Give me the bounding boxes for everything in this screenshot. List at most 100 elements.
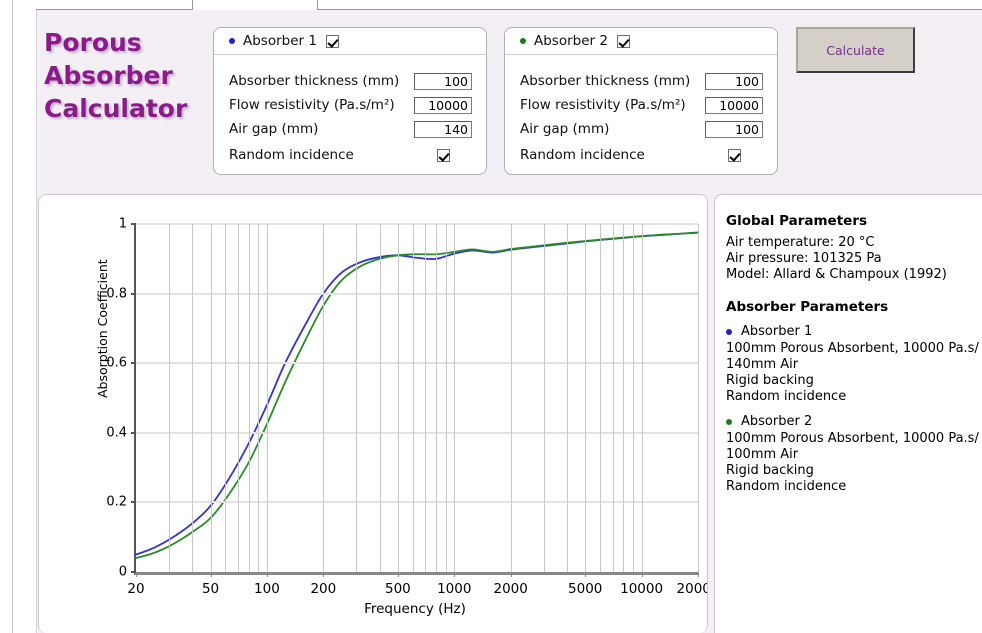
chart-gridline-vertical (379, 224, 381, 572)
chart-gridline-vertical (543, 224, 545, 572)
chart-gridline-vertical (225, 224, 227, 572)
chart-x-minor-tick-mark (425, 572, 427, 575)
result-absorber-2-line-3: Rigid backing (726, 463, 814, 478)
result-absorber-2-color-dot (726, 419, 732, 425)
chart-gridline-vertical (436, 224, 438, 572)
absorber-2-header: Absorber 2 (505, 28, 777, 55)
chart-gridline-vertical (237, 224, 239, 572)
absorber-2-airgap-label: Air gap (mm) (520, 121, 610, 137)
absorber-1-airgap-input[interactable] (414, 120, 472, 138)
chart-y-tick-mark (131, 501, 136, 504)
chart-gridline-vertical (585, 224, 587, 572)
chart-gridline-vertical (412, 224, 414, 572)
results-panel: Global Parameters Air temperature: 20 °C… (714, 194, 982, 633)
result-absorber-1-line-4: Random incidence (726, 389, 847, 404)
chart-x-tick-mark (266, 572, 268, 577)
chart-x-tick-label: 100 (254, 581, 280, 597)
result-absorber-1-line-3: Rigid backing (726, 373, 814, 388)
result-absorber-1-name: Absorber 1 (741, 324, 813, 339)
absorber-2-random-incidence-label: Random incidence (520, 147, 645, 163)
chart-series-svg (135, 231, 699, 559)
chart-gridline-vertical (192, 224, 194, 572)
result-absorber-1-block: 100mm Porous Absorbent, 10000 Pa.s/ 140m… (726, 341, 982, 405)
page-title-line-2: Absorber (44, 61, 173, 90)
chart-x-tick-label: 500 (384, 581, 411, 597)
chart-gridline-vertical (266, 224, 268, 572)
chart-y-axis-title: Absorption Coefficient (95, 259, 110, 398)
chart-x-minor-tick-mark (168, 572, 170, 575)
chart-x-minor-tick-mark (225, 572, 227, 575)
chart-x-tick-mark (510, 572, 512, 577)
absorber-2-title: Absorber 2 (534, 33, 608, 49)
absorber-2-random-incidence-row: Random incidence (505, 141, 777, 167)
calculate-button[interactable]: Calculate (796, 27, 915, 73)
chart-series-line-2 (135, 231, 699, 559)
global-air-pressure: Air pressure: 101325 Pa (726, 251, 882, 266)
absorber-1-enable-checkbox[interactable] (325, 34, 339, 48)
chart-x-tick-label: 20000 (676, 581, 707, 597)
chart-x-tick-label: 2000 (493, 581, 528, 597)
absorber-2-enable-checkbox[interactable] (616, 34, 630, 48)
absorber-1-random-incidence-checkbox[interactable] (436, 148, 450, 162)
result-absorber-2-line-2: 100mm Air (726, 447, 799, 462)
chart-gridline-vertical (567, 224, 569, 572)
page-title-line-1: Porous (44, 28, 142, 57)
absorber-2-flowres-label: Flow resistivity (Pa.s/m²) (520, 97, 686, 113)
page-title: Porous Absorber Calculator (44, 26, 214, 125)
absorber-1-color-dot (229, 38, 235, 44)
absorber-1-airgap-row: Air gap (mm) (214, 117, 486, 141)
absorber-2-thickness-row: Absorber thickness (mm) (505, 69, 777, 93)
chart-x-tick-mark (698, 572, 699, 577)
chart-x-minor-tick-mark (379, 572, 381, 575)
chart-gridline-vertical (612, 224, 614, 572)
absorber-2-random-incidence-checkbox[interactable] (727, 148, 741, 162)
absorber-2-thickness-input[interactable] (705, 72, 763, 90)
absorber-1-airgap-label: Air gap (mm) (229, 121, 319, 137)
chart-x-tick-label: 10000 (620, 581, 664, 597)
chart-gridline-vertical (248, 224, 250, 572)
chart-x-tick-mark (210, 572, 212, 577)
chart-x-tick-mark (641, 572, 643, 577)
chart-gridline-vertical (454, 224, 456, 572)
absorber-1-fields: Absorber thickness (mm) Flow resistivity… (214, 55, 486, 167)
chart-y-tick-mark (131, 223, 136, 225)
absorber-1-random-incidence-label: Random incidence (229, 147, 354, 163)
chart-gridline-vertical (356, 224, 358, 572)
absorber-1-title: Absorber 1 (243, 33, 317, 49)
chart-gridline-vertical (600, 224, 602, 572)
chart-x-minor-tick-mark (612, 572, 614, 575)
absorber-1-thickness-label: Absorber thickness (mm) (229, 73, 400, 89)
chart-gridline-horizontal (136, 362, 698, 365)
absorber-1-random-incidence-row: Random incidence (214, 141, 486, 167)
absorber-2-flowres-input[interactable] (705, 96, 763, 114)
result-absorber-1-line-1: 100mm Porous Absorbent, 10000 Pa.s/ (726, 341, 979, 356)
chart-gridline-vertical (510, 224, 512, 572)
chart-x-minor-tick-mark (248, 572, 250, 575)
absorber-1-thickness-input[interactable] (414, 72, 472, 90)
chart-gridline-vertical (425, 224, 427, 572)
result-absorber-2-block: 100mm Porous Absorbent, 10000 Pa.s/ 100m… (726, 431, 982, 495)
chart-y-tick-label: 0.6 (106, 355, 127, 371)
active-tab[interactable] (192, 0, 318, 10)
chart-x-axis-title: Frequency (Hz) (364, 601, 466, 617)
absorber-2-airgap-row: Air gap (mm) (505, 117, 777, 141)
chart-y-tick-mark (131, 431, 136, 434)
absorber-1-random-incidence-cell (414, 148, 472, 162)
chart-x-minor-tick-mark (633, 572, 635, 575)
result-absorber-2-name: Absorber 2 (741, 414, 813, 429)
chart-x-minor-tick-mark (412, 572, 414, 575)
absorber-2-airgap-input[interactable] (705, 120, 763, 138)
chart-x-tick-mark (136, 572, 137, 577)
absorber-1-flowres-input[interactable] (414, 96, 472, 114)
absorber-2-color-dot (520, 38, 526, 44)
chart-x-minor-tick-mark (543, 572, 545, 575)
chart-x-tick-label: 1000 (437, 581, 472, 597)
absorber-2-fields: Absorber thickness (mm) Flow resistivity… (505, 55, 777, 167)
chart-y-tick-label: 0 (118, 564, 127, 580)
chart-panel: Absorption Coefficient Frequency (Hz) 0 0… (38, 194, 708, 633)
chart-gridline-horizontal (136, 292, 698, 295)
chart-gridline-vertical (258, 224, 260, 572)
chart-gridline-vertical (323, 224, 325, 572)
chart-x-minor-tick-mark (192, 572, 194, 575)
absorber-1-card: Absorber 1 Absorber thickness (mm) Flow … (213, 27, 487, 175)
